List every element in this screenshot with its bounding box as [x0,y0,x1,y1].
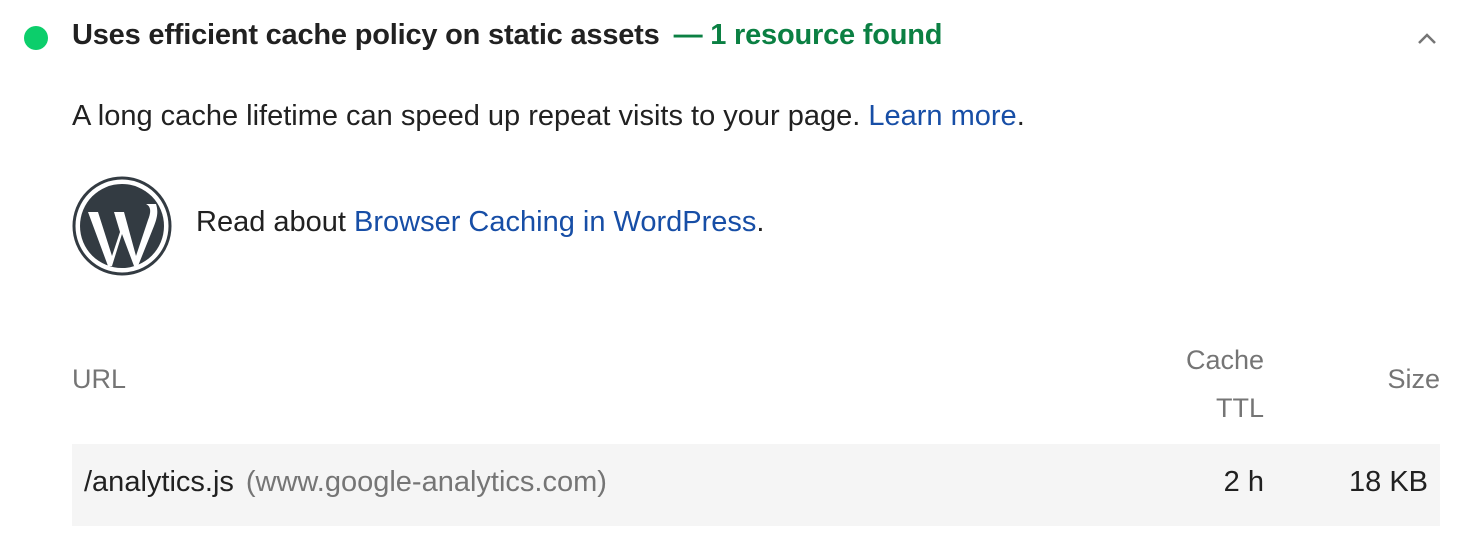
stack-pack-suffix: . [756,206,765,238]
column-header-cache-ttl-line2: TTL [1215,393,1264,423]
audit-title: Uses efficient cache policy on static as… [72,19,943,52]
wordpress-logo-icon [72,176,172,276]
resource-host: (www.google-analytics.com) [245,466,607,498]
column-header-cache-ttl-line1: Cache [1185,345,1264,375]
audit-header[interactable]: Uses efficient cache policy on static as… [0,0,1466,76]
column-header-cache-ttl: Cache TTL [1186,336,1264,432]
description-text: A long cache lifetime can speed up repea… [72,100,869,132]
cell-size: 18 KB [1349,466,1428,498]
audit-title-text: Uses efficient cache policy on static as… [72,19,660,51]
column-header-url: URL [72,364,127,394]
pass-status-icon [24,26,48,50]
resource-url[interactable]: /analytics.js [84,466,234,498]
chevron-up-icon[interactable] [1414,28,1440,48]
audit-display-value: — 1 resource found [673,19,943,51]
cell-cache-ttl: 2 h [1223,466,1264,498]
learn-more-link[interactable]: Learn more [868,100,1016,132]
column-header-size: Size [1387,364,1440,394]
audit-description: A long cache lifetime can speed up repea… [72,100,1025,133]
cell-url: /analytics.js (www.google-analytics.com) [84,466,607,499]
description-suffix: . [1016,100,1025,132]
table-row: /analytics.js (www.google-analytics.com) … [72,444,1440,526]
browser-caching-wordpress-link[interactable]: Browser Caching in WordPress [354,206,756,238]
stack-pack-text: Read about Browser Caching in WordPress. [196,206,764,239]
stack-pack-prefix: Read about [196,206,355,238]
